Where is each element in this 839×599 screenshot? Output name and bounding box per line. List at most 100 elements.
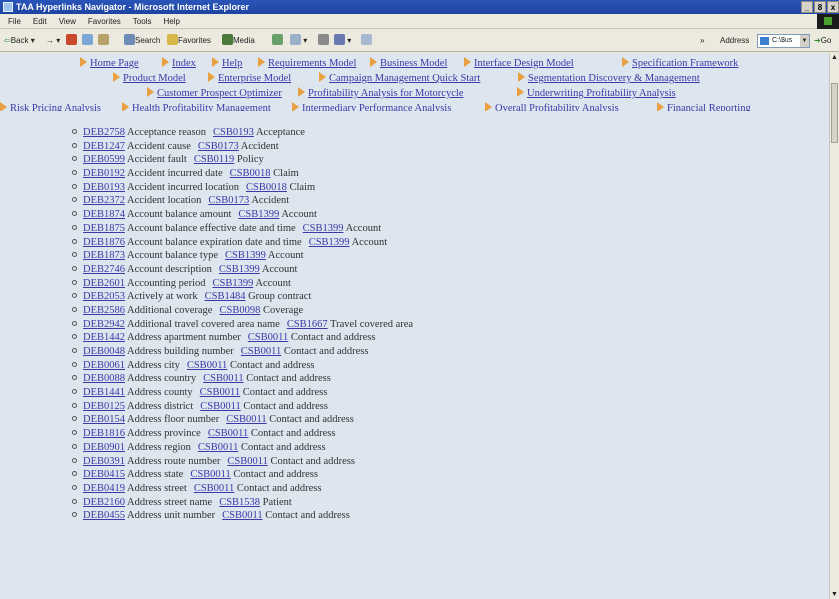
nav-index[interactable]: Index — [162, 57, 196, 69]
home-button[interactable] — [98, 30, 109, 52]
nav-overall-profitability[interactable]: Overall Profitability Analysis — [485, 102, 619, 111]
deb-link[interactable]: DEB0391 — [83, 456, 125, 467]
nav-help[interactable]: Help — [212, 57, 242, 69]
nav-profitability-motorcycle[interactable]: Profitability Analysis for Motorcycle — [298, 87, 463, 99]
deb-link[interactable]: DEB1247 — [83, 141, 125, 152]
csb-link[interactable]: CSB1399 — [219, 264, 260, 275]
csb-link[interactable]: CSB0011 — [241, 346, 281, 357]
refresh-button[interactable] — [82, 30, 93, 52]
address-field[interactable]: C:\$us ▼ — [757, 34, 810, 48]
deb-link[interactable]: DEB2586 — [83, 305, 125, 316]
deb-link[interactable]: DEB0125 — [83, 401, 125, 412]
menu-help[interactable]: Help — [157, 14, 185, 29]
address-dropdown-button[interactable]: ▼ — [800, 35, 809, 47]
deb-link[interactable]: DEB0193 — [83, 182, 125, 193]
csb-link[interactable]: CSB0098 — [219, 305, 260, 316]
deb-link[interactable]: DEB2601 — [83, 278, 125, 289]
csb-link[interactable]: CSB0011 — [190, 469, 230, 480]
csb-link[interactable]: CSB0011 — [203, 373, 243, 384]
scroll-up-icon[interactable]: ▲ — [830, 53, 839, 62]
csb-link[interactable]: CSB0011 — [226, 414, 266, 425]
csb-link[interactable]: CSB1399 — [225, 250, 266, 261]
nav-intermediary-performance[interactable]: Intermediary Performance Analysis — [292, 102, 451, 111]
menu-edit[interactable]: Edit — [27, 14, 53, 29]
deb-link[interactable]: DEB1441 — [83, 387, 125, 398]
deb-link[interactable]: DEB2942 — [83, 319, 125, 330]
back-button[interactable]: ⇦Back ▾ — [4, 30, 35, 52]
csb-link[interactable]: CSB0173 — [198, 141, 239, 152]
deb-link[interactable]: DEB0192 — [83, 168, 125, 179]
deb-link[interactable]: DEB2160 — [83, 497, 125, 508]
deb-link[interactable]: DEB2053 — [83, 291, 125, 302]
menu-favorites[interactable]: Favorites — [82, 14, 127, 29]
deb-link[interactable]: DEB1816 — [83, 428, 125, 439]
deb-link[interactable]: DEB0419 — [83, 483, 125, 494]
csb-link[interactable]: CSB0011 — [248, 332, 288, 343]
nav-interface-design-model[interactable]: Interface Design Model — [464, 57, 574, 69]
nav-product-model[interactable]: Product Model — [113, 72, 186, 84]
nav-risk-pricing[interactable]: Risk Pricing Analysis — [0, 102, 101, 111]
deb-link[interactable]: DEB1442 — [83, 332, 125, 343]
csb-link[interactable]: CSB1399 — [238, 209, 279, 220]
csb-link[interactable]: CSB0011 — [200, 401, 240, 412]
csb-link[interactable]: CSB1484 — [205, 291, 246, 302]
csb-link[interactable]: CSB0018 — [246, 182, 287, 193]
deb-link[interactable]: DEB0154 — [83, 414, 125, 425]
deb-link[interactable]: DEB2372 — [83, 195, 125, 206]
csb-link[interactable]: CSB1667 — [287, 319, 328, 330]
maximize-button[interactable]: 8 — [814, 1, 826, 13]
csb-link[interactable]: CSB1538 — [219, 497, 260, 508]
csb-link[interactable]: CSB1399 — [309, 237, 350, 248]
toolbar-chevron[interactable]: » — [700, 30, 704, 52]
deb-link[interactable]: DEB2758 — [83, 127, 125, 138]
csb-link[interactable]: CSB0011 — [200, 387, 240, 398]
vertical-scrollbar[interactable]: ▲ ▼ — [829, 53, 839, 599]
csb-link[interactable]: CSB0011 — [227, 456, 267, 467]
csb-link[interactable]: CSB0193 — [213, 127, 254, 138]
deb-link[interactable]: DEB1873 — [83, 250, 125, 261]
nav-segmentation-discovery[interactable]: Segmentation Discovery & Management — [518, 72, 700, 84]
menu-file[interactable]: File — [0, 14, 27, 29]
edit-button[interactable]: ▾ — [334, 30, 351, 52]
search-button[interactable]: Search — [124, 30, 160, 52]
deb-link[interactable]: DEB0455 — [83, 510, 125, 521]
deb-link[interactable]: DEB1876 — [83, 237, 125, 248]
csb-link[interactable]: CSB0011 — [198, 442, 238, 453]
deb-link[interactable]: DEB0088 — [83, 373, 125, 384]
deb-link[interactable]: DEB0415 — [83, 469, 125, 480]
csb-link[interactable]: CSB0011 — [187, 360, 227, 371]
csb-link[interactable]: CSB1399 — [303, 223, 344, 234]
go-button[interactable]: ➔Go — [814, 30, 831, 52]
nav-requirements-model[interactable]: Requirements Model — [258, 57, 356, 69]
deb-link[interactable]: DEB1874 — [83, 209, 125, 220]
media-button[interactable]: Media — [222, 30, 255, 52]
nav-underwriting-profitability[interactable]: Underwriting Profitability Analysis — [517, 87, 676, 99]
nav-business-model[interactable]: Business Model — [370, 57, 447, 69]
deb-link[interactable]: DEB0061 — [83, 360, 125, 371]
scroll-thumb[interactable] — [831, 83, 838, 143]
close-button[interactable]: x — [827, 1, 839, 13]
csb-link[interactable]: CSB0119 — [194, 154, 234, 165]
nav-home-page[interactable]: Home Page — [80, 57, 139, 69]
menu-tools[interactable]: Tools — [127, 14, 158, 29]
csb-link[interactable]: CSB1399 — [212, 278, 253, 289]
nav-specification-framework[interactable]: Specification Framework — [622, 57, 738, 69]
history-button[interactable] — [272, 30, 283, 52]
csb-link[interactable]: CSB0011 — [208, 428, 248, 439]
scroll-down-icon[interactable]: ▼ — [830, 590, 839, 599]
nav-health-profitability[interactable]: Health Profitability Management — [122, 102, 271, 111]
print-button[interactable] — [318, 30, 329, 52]
csb-link[interactable]: CSB0011 — [194, 483, 234, 494]
csb-link[interactable]: CSB0018 — [230, 168, 271, 179]
discuss-button[interactable] — [361, 30, 372, 52]
stop-button[interactable] — [66, 30, 77, 52]
deb-link[interactable]: DEB1875 — [83, 223, 125, 234]
nav-enterprise-model[interactable]: Enterprise Model — [208, 72, 291, 84]
deb-link[interactable]: DEB0901 — [83, 442, 125, 453]
nav-financial-reporting[interactable]: Financial Reporting — [657, 102, 751, 111]
nav-campaign-management[interactable]: Campaign Management Quick Start — [319, 72, 480, 84]
minimize-button[interactable]: _ — [801, 1, 813, 13]
deb-link[interactable]: DEB2746 — [83, 264, 125, 275]
menu-view[interactable]: View — [53, 14, 82, 29]
csb-link[interactable]: CSB0173 — [208, 195, 249, 206]
